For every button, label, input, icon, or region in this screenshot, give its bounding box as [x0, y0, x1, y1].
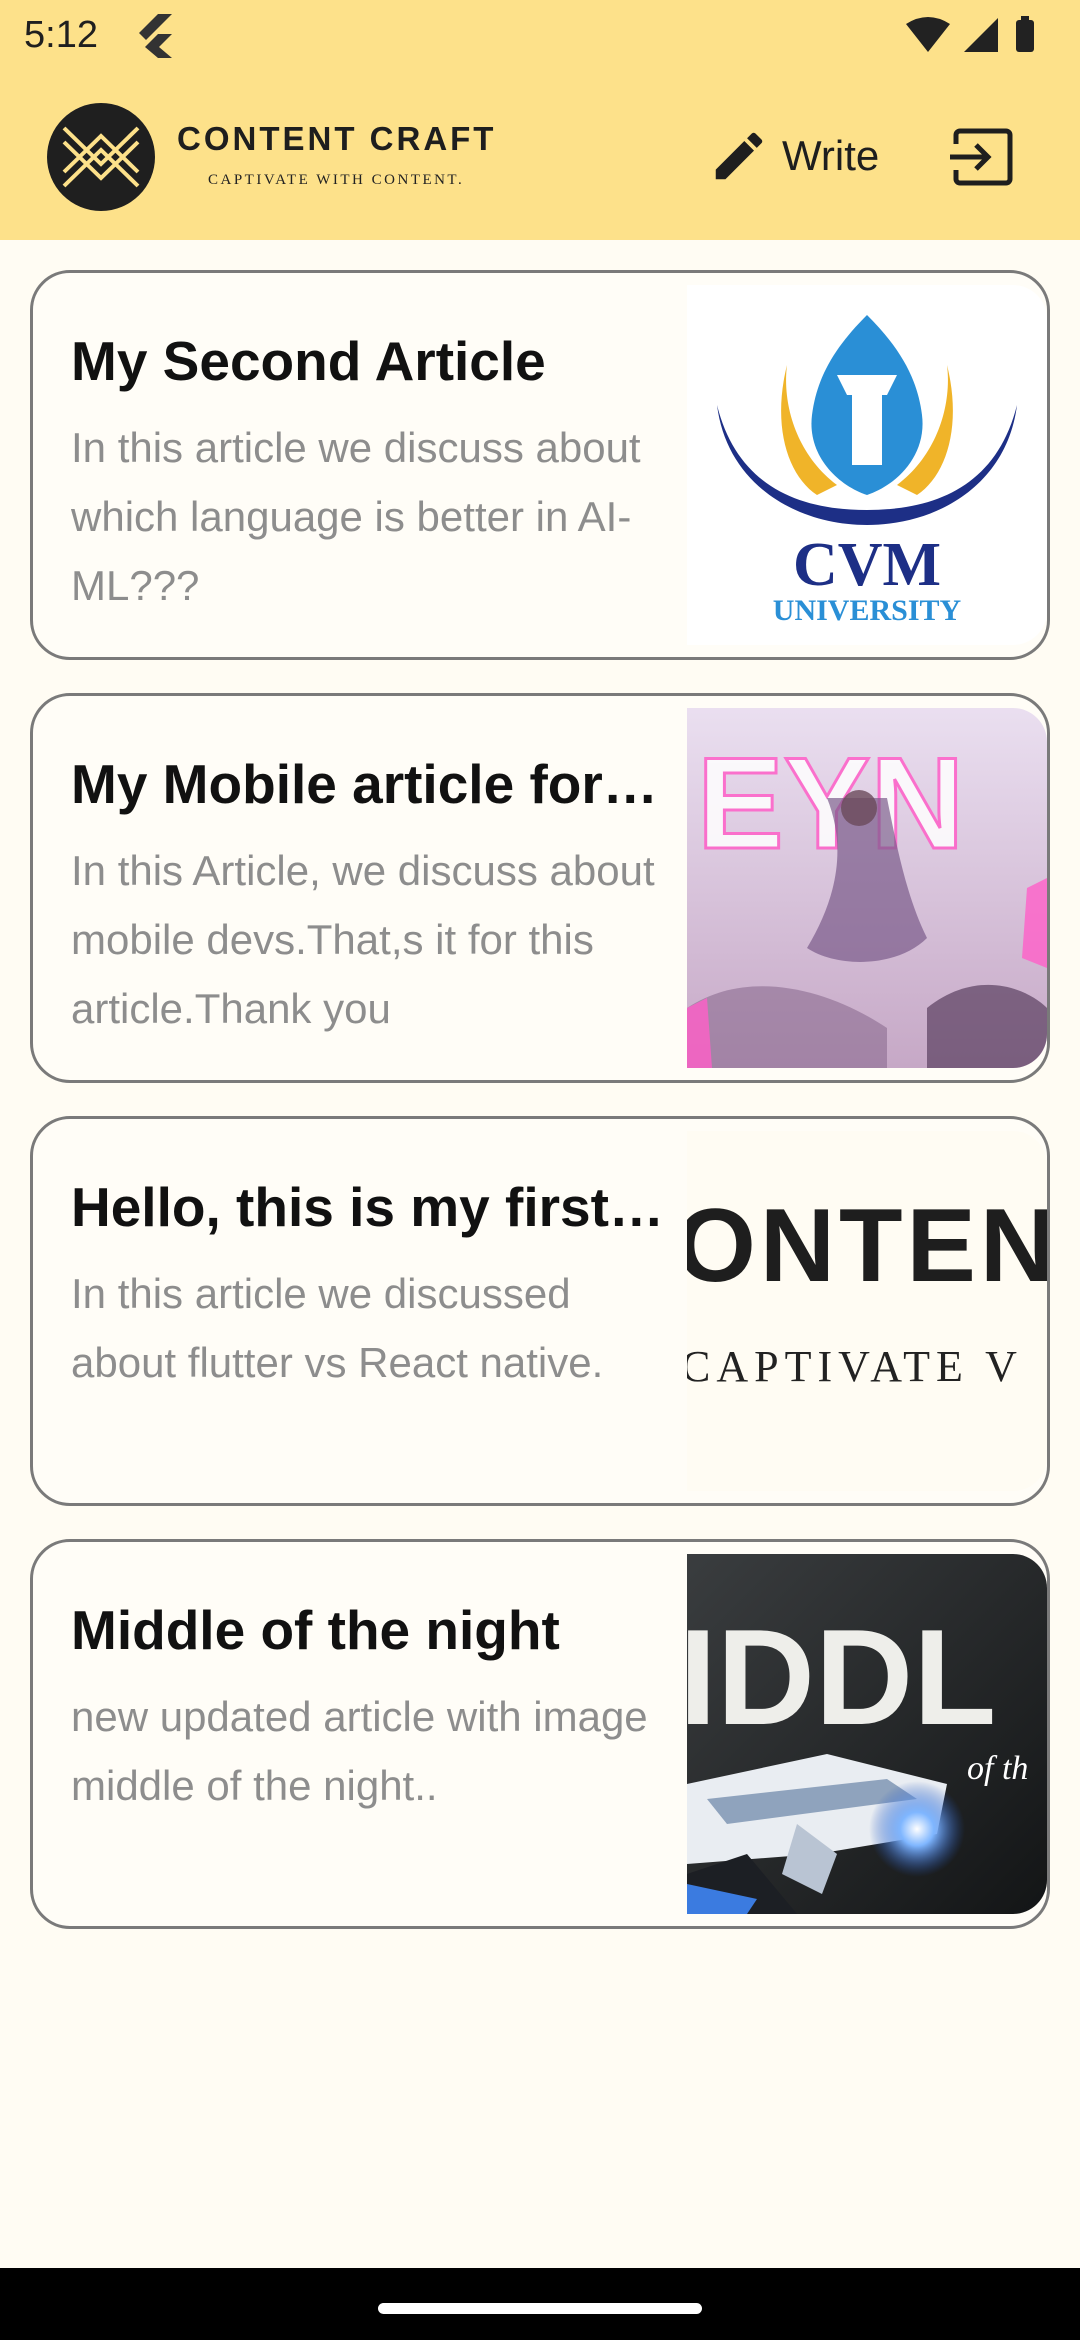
cvm-university-logo-image: CVM UNIVERSITY — [687, 285, 1047, 645]
article-card[interactable]: Hello, this is my first article In this … — [30, 1116, 1050, 1506]
home-gesture-handle[interactable] — [378, 2303, 702, 2314]
article-image: EYN — [687, 708, 1047, 1068]
signal-icon — [964, 18, 998, 52]
middle-of-the-night-artwork-image: IDDL of th — [687, 1554, 1047, 1914]
article-card[interactable]: Middle of the night new updated article … — [30, 1539, 1050, 1929]
status-icons — [906, 16, 1034, 52]
article-image: ONTEN CAPTIVATE V — [687, 1131, 1047, 1491]
status-time: 5:12 — [24, 14, 98, 56]
pencil-icon — [715, 132, 763, 180]
image-text-of-the: of th — [967, 1750, 1028, 1787]
article-description: In this article we discussed about flutt… — [71, 1270, 604, 1386]
write-button[interactable]: Write — [708, 116, 898, 196]
article-description: In this article we discuss about which l… — [71, 424, 641, 609]
article-image: CVM UNIVERSITY — [687, 285, 1047, 645]
brand-name: CONTENT CRAFT — [177, 120, 497, 157]
battery-icon — [1016, 20, 1034, 52]
image-text-cvm: CVM — [793, 531, 941, 599]
brand-tagline: CAPTIVATE WITH CONTENT. — [208, 172, 465, 188]
article-card[interactable]: My Mobile article for mobile devs In thi… — [30, 693, 1050, 1083]
article-description: In this Article, we discuss about mobile… — [71, 847, 655, 1032]
content-craft-logo — [47, 103, 155, 211]
app-bar: CONTENT CRAFT CAPTIVATE WITH CONTENT. Wr… — [0, 72, 1080, 240]
article-title: Hello, this is my first article — [71, 1176, 671, 1238]
article-title: My Mobile article for mobile devs — [71, 753, 671, 815]
article-feed: My Second Article In this article we dis… — [30, 270, 1050, 1962]
article-title: My Second Article — [71, 330, 546, 392]
image-text-middle: IDDL — [687, 1601, 996, 1753]
image-text-university: UNIVERSITY — [773, 594, 962, 627]
flutter-icon — [139, 14, 172, 58]
game-character-artwork-image: EYN — [687, 708, 1047, 1068]
article-title: Middle of the night — [71, 1599, 560, 1661]
image-text-captivate: CAPTIVATE V — [687, 1342, 1023, 1391]
wifi-icon — [906, 17, 950, 52]
content-craft-banner-image: ONTEN CAPTIVATE V — [687, 1131, 1047, 1491]
image-text-content: ONTEN — [687, 1188, 1047, 1304]
status-bar: 5:12 — [0, 0, 1080, 72]
article-image: IDDL of th — [687, 1554, 1047, 1914]
write-label: Write — [782, 132, 880, 179]
article-card[interactable]: My Second Article In this article we dis… — [30, 270, 1050, 660]
logout-icon[interactable] — [948, 122, 1018, 192]
article-description: new updated article with image middle of… — [71, 1693, 648, 1809]
